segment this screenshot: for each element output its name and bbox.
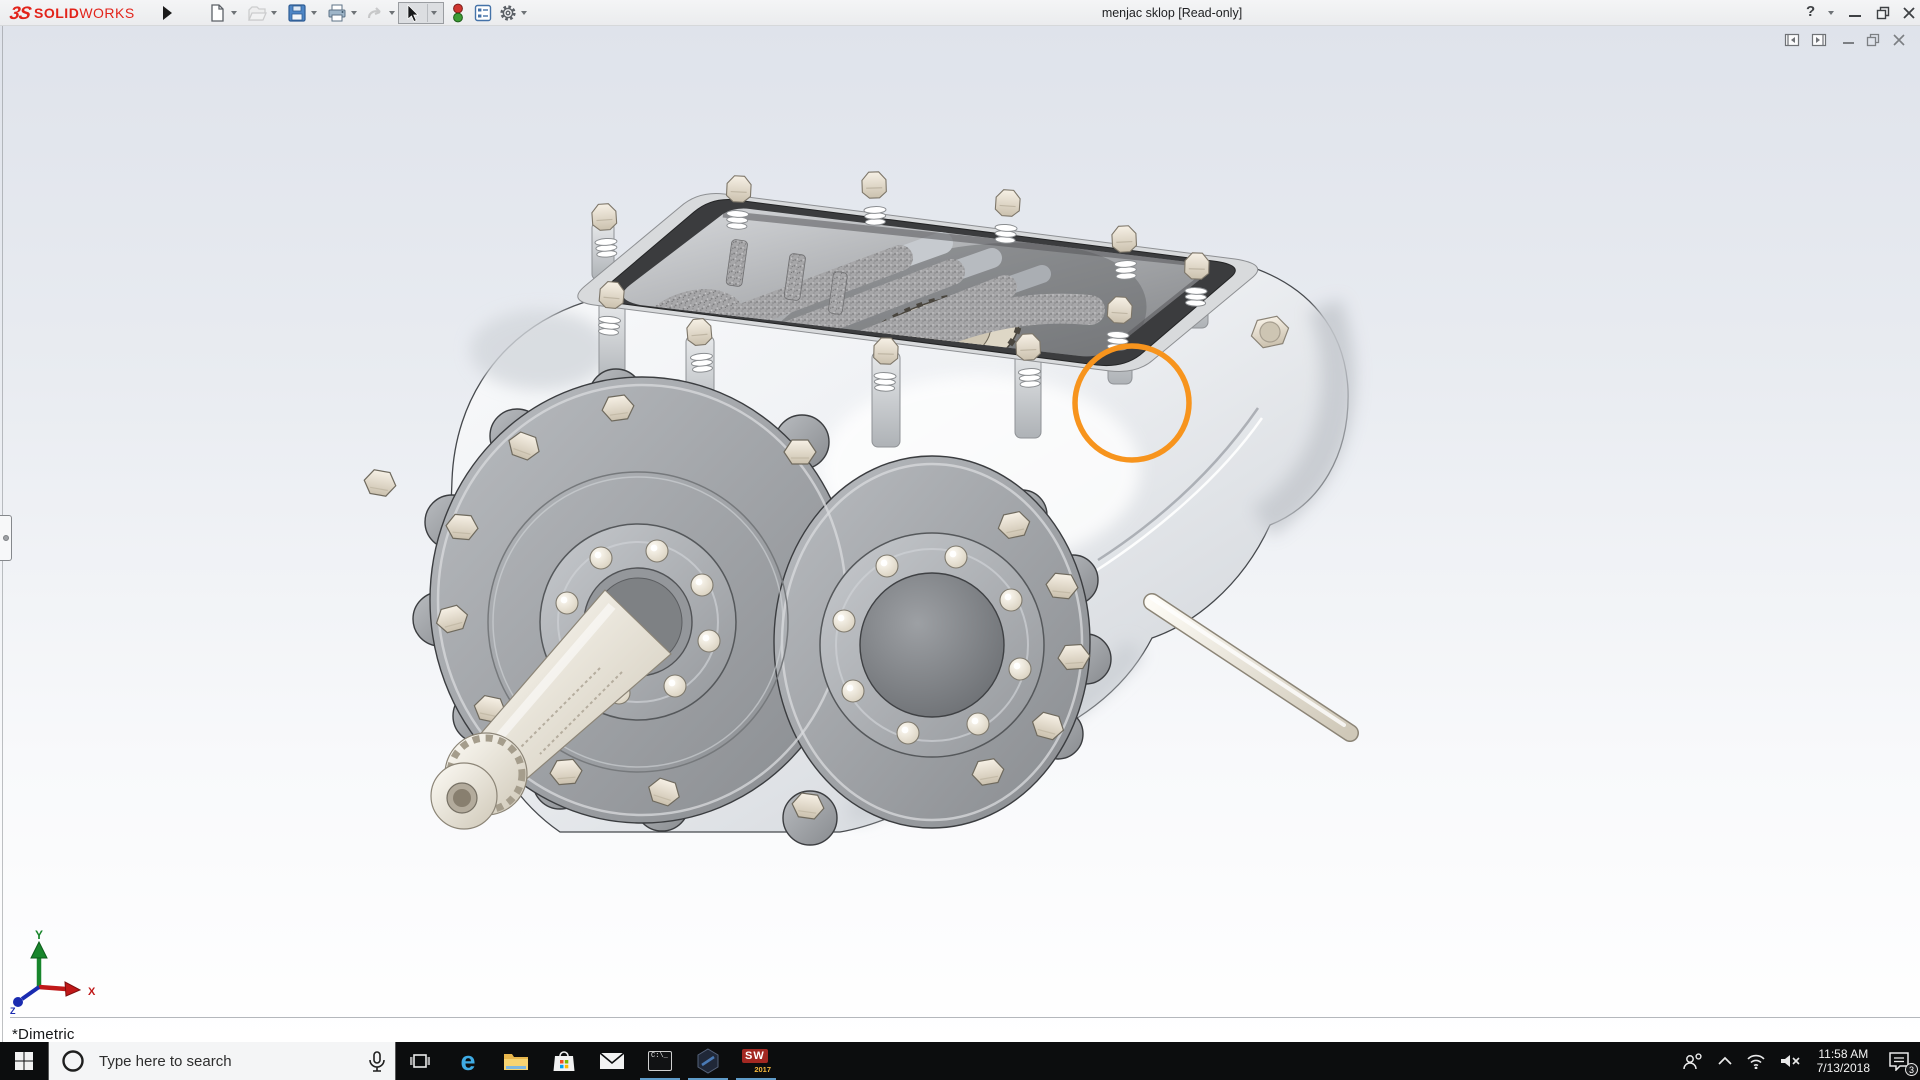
close-button[interactable]	[1898, 3, 1920, 23]
microphone-icon[interactable]	[359, 1048, 395, 1074]
solidworks-logo: 3S SOLID WORKS	[7, 2, 135, 23]
print-button[interactable]	[326, 2, 348, 24]
document-close-button[interactable]	[1890, 31, 1908, 49]
graphics-area: Y X Z *Dimetric	[0, 26, 1920, 1042]
close-icon	[1903, 7, 1915, 19]
document-restore-button[interactable]	[1864, 31, 1882, 49]
taskbar-app-hexagon[interactable]	[684, 1042, 732, 1080]
taskbar-app-edge[interactable]: e	[444, 1042, 492, 1080]
hexagon-app-icon	[697, 1048, 719, 1074]
display-pane-button[interactable]	[472, 2, 494, 24]
network-button[interactable]	[1739, 1042, 1773, 1080]
tray-date: 7/13/2018	[1816, 1061, 1870, 1075]
cortana-icon	[62, 1050, 84, 1072]
mail-icon	[599, 1052, 625, 1069]
windows-logo-icon	[15, 1052, 33, 1070]
minimize-button[interactable]	[1844, 3, 1866, 23]
featuremanager-expand-icon	[3, 535, 9, 541]
save-button[interactable]	[286, 2, 308, 24]
triad-z-label: Z	[10, 1006, 16, 1016]
blind-cover-boss	[819, 532, 1045, 758]
microsoft-store-icon	[553, 1051, 575, 1071]
solidworks-logo-mark: 3S	[7, 2, 33, 23]
select-caret[interactable]	[431, 11, 437, 15]
triad-y-label: Y	[35, 928, 43, 942]
featuremanager-collapsed-tab[interactable]	[0, 515, 12, 561]
volume-button[interactable]	[1773, 1042, 1809, 1080]
document-restore-icon	[1866, 33, 1880, 47]
restore-button[interactable]	[1872, 3, 1894, 23]
save-floppy-icon	[288, 4, 306, 22]
open-document-button[interactable]	[246, 2, 268, 24]
print-caret[interactable]	[351, 11, 357, 15]
open-folder-icon	[248, 6, 267, 21]
document-close-icon	[1893, 34, 1905, 46]
window-title: menjac sklop [Read-only]	[1101, 6, 1243, 20]
undo-button[interactable]	[364, 2, 386, 24]
desktop: 3S SOLID WORKS menjac sklop [Read-only] …	[0, 0, 1920, 1080]
traffic-light-icon	[453, 3, 463, 23]
view-orientation-label: *Dimetric	[12, 1026, 75, 1042]
open-document-caret[interactable]	[271, 11, 277, 15]
document-minimize-icon	[1843, 42, 1854, 44]
tray-time: 11:58 AM	[1818, 1047, 1869, 1061]
taskbar: e C:\_	[0, 1042, 1920, 1080]
volume-muted-icon	[1780, 1055, 1800, 1067]
new-document-icon	[211, 4, 224, 22]
restore-icon	[1876, 6, 1890, 20]
command-prompt-icon: C:\_	[648, 1051, 672, 1071]
undo-caret[interactable]	[389, 11, 395, 15]
chevron-up-icon	[1718, 1056, 1732, 1065]
new-document-caret[interactable]	[231, 11, 237, 15]
select-divider	[427, 4, 428, 22]
display-pane-icon	[474, 4, 492, 22]
taskbar-app-mail[interactable]	[588, 1042, 636, 1080]
action-center-button[interactable]: 3	[1878, 1042, 1920, 1080]
help-caret[interactable]	[1828, 11, 1834, 15]
file-explorer-icon	[504, 1054, 528, 1070]
taskbar-app-store[interactable]	[540, 1042, 588, 1080]
search-input[interactable]	[89, 1052, 359, 1070]
rebuild-traffic-light-button[interactable]	[447, 2, 469, 24]
taskbar-search[interactable]	[48, 1042, 396, 1080]
people-icon	[1682, 1053, 1702, 1070]
pane-next-icon	[1811, 33, 1827, 47]
print-icon	[328, 4, 346, 22]
titlebar: 3S SOLID WORKS menjac sklop [Read-only] …	[0, 0, 1920, 26]
model-3d-view[interactable]: Y X Z	[0, 26, 1920, 1042]
notification-badge: 3	[1905, 1063, 1918, 1076]
save-caret[interactable]	[311, 11, 317, 15]
task-view-icon	[410, 1054, 430, 1068]
options-caret[interactable]	[521, 11, 527, 15]
document-minimize-button[interactable]	[1840, 31, 1858, 49]
select-cursor-icon	[407, 4, 419, 22]
triad-x-label: X	[88, 986, 96, 998]
pane-previous-icon	[1784, 33, 1800, 47]
menu-flyout-arrow-icon[interactable]	[163, 6, 172, 20]
taskbar-app-file-explorer[interactable]	[492, 1042, 540, 1080]
system-tray: 11:58 AM 7/13/2018 3	[1675, 1042, 1920, 1080]
pane-next-button[interactable]	[1810, 31, 1828, 49]
undo-arrow-icon	[367, 7, 381, 19]
taskbar-app-solidworks[interactable]: SW 2017	[732, 1042, 780, 1080]
solidworks-2017-icon: SW 2017	[741, 1048, 771, 1074]
help-button[interactable]: ?	[1806, 3, 1815, 20]
taskbar-app-command-prompt[interactable]: C:\_	[636, 1042, 684, 1080]
task-view-button[interactable]	[396, 1042, 444, 1080]
tray-overflow-button[interactable]	[1711, 1042, 1739, 1080]
wifi-icon	[1747, 1054, 1765, 1069]
clock[interactable]: 11:58 AM 7/13/2018	[1809, 1047, 1878, 1075]
edge-icon: e	[460, 1046, 476, 1076]
minimize-icon	[1849, 15, 1861, 17]
gear-icon	[500, 5, 516, 21]
people-button[interactable]	[1675, 1042, 1711, 1080]
viewport-bottom-edge	[10, 1017, 1920, 1018]
select-tool-button[interactable]	[398, 2, 444, 24]
new-document-button[interactable]	[206, 2, 228, 24]
reference-triad[interactable]: Y X Z	[10, 928, 96, 1016]
start-button[interactable]	[0, 1042, 48, 1080]
pane-previous-button[interactable]	[1783, 31, 1801, 49]
output-shaft	[1143, 593, 1359, 742]
options-button[interactable]	[497, 2, 519, 24]
